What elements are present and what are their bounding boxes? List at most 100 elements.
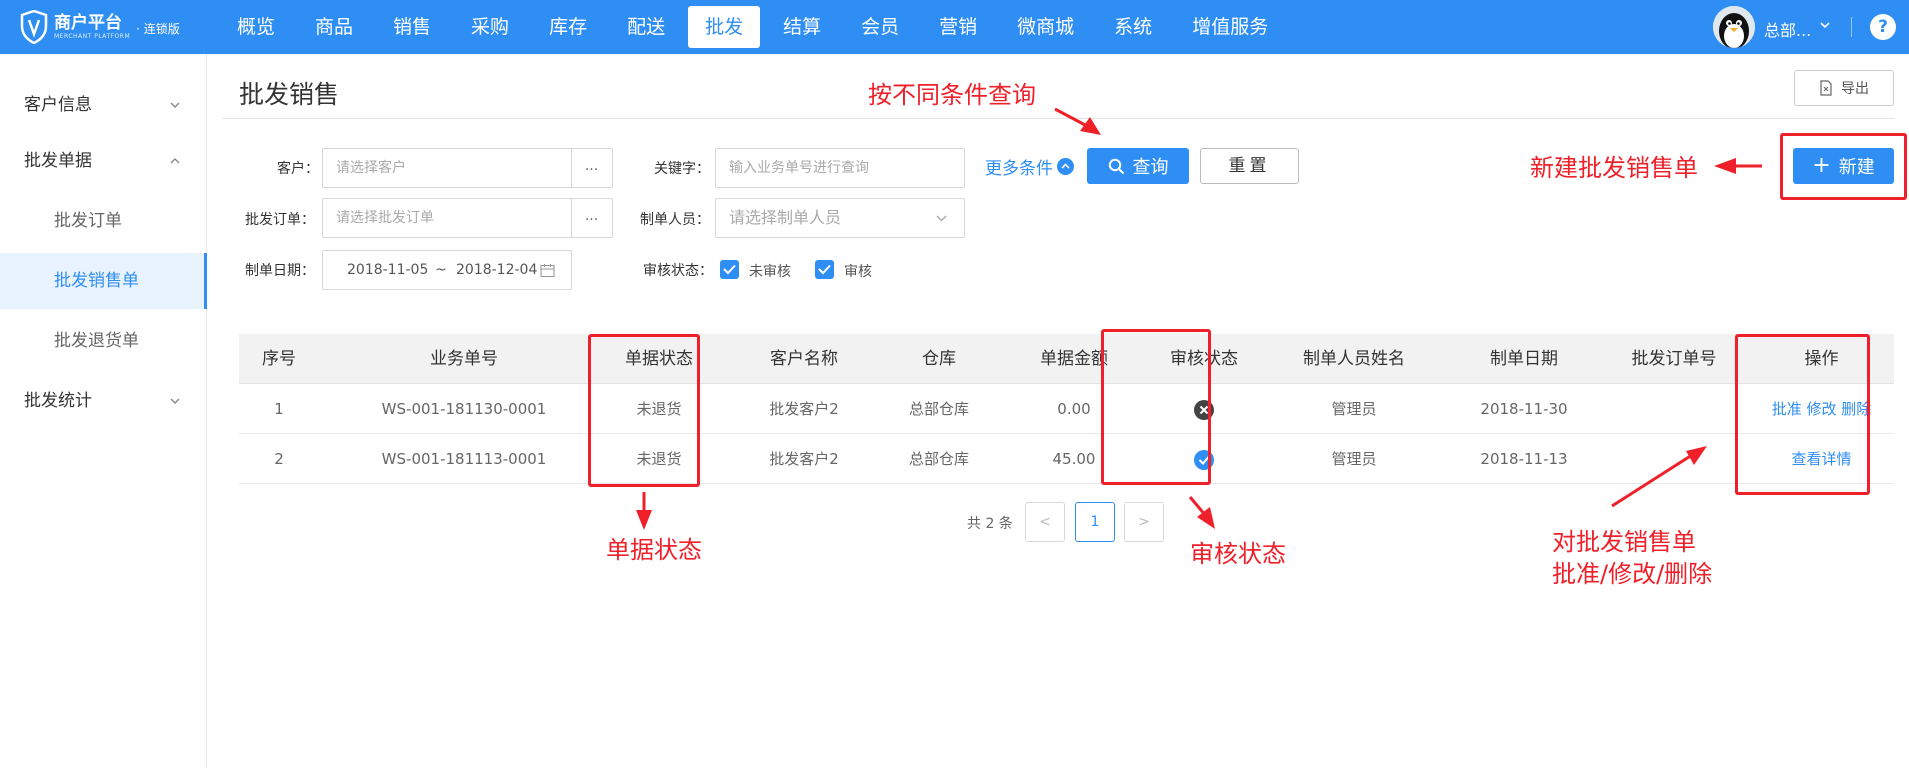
shield-logo-icon: [20, 10, 48, 44]
nav-inventory[interactable]: 库存: [532, 6, 604, 48]
brand-title: 商户平台: [54, 13, 122, 33]
date-separator: ~: [435, 262, 447, 278]
nav-sales[interactable]: 销售: [376, 6, 448, 48]
search-icon: [1108, 158, 1124, 174]
table-header: 序号 业务单号 单据状态 客户名称 仓库 单据金额 审核状态 制单人员姓名 制单…: [239, 334, 1894, 384]
header-warehouse: 仓库: [922, 349, 956, 369]
page-title: 批发销售: [239, 80, 340, 109]
row-maker: 管理员: [1331, 450, 1377, 468]
next-page-button[interactable]: >: [1124, 502, 1164, 542]
unaudited-checkbox[interactable]: [720, 260, 739, 279]
table-row: 2 WS-001-181113-0001 未退货 批发客户2 总部仓库 45.0…: [239, 434, 1894, 484]
sidebar-item-label: 批发统计: [24, 391, 92, 411]
nav-system[interactable]: 系统: [1097, 6, 1169, 48]
row-warehouse: 总部仓库: [908, 400, 969, 418]
nav-marketing[interactable]: 营销: [922, 6, 994, 48]
header-date: 制单日期: [1490, 349, 1558, 369]
nav-value-added[interactable]: 增值服务: [1175, 6, 1285, 48]
sales-table: 序号 业务单号 单据状态 客户名称 仓库 单据金额 审核状态 制单人员姓名 制单…: [239, 334, 1894, 484]
row-doc-no: WS-001-181130-0001: [381, 400, 547, 418]
penguin-avatar-icon: [1713, 6, 1755, 48]
sidebar-item-wholesale-sales[interactable]: 批发销售单: [0, 253, 207, 309]
highlight-doc-status: [588, 334, 700, 487]
customer-input[interactable]: 请选择客户: [322, 148, 572, 188]
chevron-down-icon: [170, 102, 180, 108]
header-maker: 制单人员姓名: [1303, 349, 1405, 369]
order-input[interactable]: 请选择批发订单: [322, 198, 572, 238]
page-1-button[interactable]: 1: [1075, 502, 1115, 542]
highlight-audit-status: [1101, 329, 1211, 485]
row-order-no: [1599, 384, 1749, 434]
top-bar: 商户平台 MERCHANT PLATFORM · 连锁版 概览 商品 销售 采购…: [0, 0, 1909, 54]
main-nav: 概览 商品 销售 采购 库存 配送 批发 结算 会员 营销 微商城 系统 增值服…: [220, 0, 1291, 54]
unaudited-label: 未审核: [749, 264, 791, 280]
nav-wholesale[interactable]: 批发: [688, 6, 761, 48]
export-file-icon: [1820, 80, 1832, 96]
maker-label: 制单人员：: [640, 212, 710, 228]
annotation-doc-status: 单据状态: [606, 536, 702, 564]
row-date: 2018-11-30: [1480, 400, 1568, 418]
date-range-picker[interactable]: 2018-11-05 ~ 2018-12-04: [322, 250, 572, 290]
nav-members[interactable]: 会员: [844, 6, 916, 48]
nav-micro-mall[interactable]: 微商城: [1000, 6, 1091, 48]
sidebar-item-label: 客户信息: [24, 95, 92, 115]
audited-checkbox[interactable]: [815, 260, 834, 279]
nav-overview[interactable]: 概览: [220, 6, 292, 48]
annotation-audit-status: 审核状态: [1190, 540, 1286, 568]
nav-settlement[interactable]: 结算: [766, 6, 838, 48]
row-customer: 批发客户2: [769, 450, 839, 468]
order-label: 批发订单：: [245, 212, 315, 228]
user-name[interactable]: 总部...: [1764, 17, 1811, 41]
header-no: 序号: [262, 349, 296, 369]
customer-picker-button[interactable]: ...: [571, 148, 613, 188]
sidebar-item-customer-info[interactable]: 客户信息: [0, 76, 207, 134]
pagination-total: 共 2 条: [967, 516, 1013, 532]
help-icon[interactable]: ?: [1870, 14, 1896, 40]
row-warehouse: 总部仓库: [908, 450, 969, 468]
maker-select[interactable]: 请选择制单人员: [715, 198, 965, 238]
brand-text: 商户平台 MERCHANT PLATFORM: [54, 13, 130, 41]
brand-logo[interactable]: 商户平台 MERCHANT PLATFORM · 连锁版: [20, 8, 180, 46]
title-divider: [222, 118, 1894, 119]
nav-divider: [1851, 17, 1852, 37]
keyword-input[interactable]: 输入业务单号进行查询: [715, 148, 965, 188]
sidebar-item-wholesale-order[interactable]: 批发订单: [0, 193, 207, 249]
row-doc-no: WS-001-181113-0001: [381, 450, 547, 468]
calendar-icon: [540, 264, 555, 278]
query-button[interactable]: 查询: [1087, 148, 1189, 184]
annotation-new: 新建批发销售单: [1530, 154, 1698, 182]
header-order-no: 批发订单号: [1631, 349, 1717, 369]
date-to: 2018-12-04: [456, 262, 538, 278]
order-picker-button[interactable]: ...: [571, 198, 613, 238]
chevron-down-icon[interactable]: [935, 212, 948, 225]
annotation-query: 按不同条件查询: [868, 81, 1036, 109]
nav-delivery[interactable]: 配送: [610, 6, 682, 48]
nav-products[interactable]: 商品: [298, 6, 370, 48]
sidebar-item-wholesale-docs[interactable]: 批发单据: [0, 132, 207, 190]
more-conditions-link[interactable]: 更多条件: [985, 154, 1074, 179]
prev-page-button[interactable]: <: [1025, 502, 1065, 542]
highlight-ops: [1735, 334, 1870, 495]
sidebar-item-wholesale-stats[interactable]: 批发统计: [0, 372, 207, 430]
table-row: 1 WS-001-181130-0001 未退货 批发客户2 总部仓库 0.00…: [239, 384, 1894, 434]
chevron-down-icon[interactable]: [1818, 18, 1832, 32]
user-avatar[interactable]: [1713, 6, 1755, 48]
header-doc-no: 业务单号: [430, 349, 498, 369]
reset-button[interactable]: 重置: [1200, 148, 1299, 184]
date-label: 制单日期：: [245, 263, 315, 279]
row-order-no: [1599, 434, 1749, 484]
nav-purchase[interactable]: 采购: [454, 6, 526, 48]
chevron-up-circle-icon: [1057, 158, 1074, 175]
date-from: 2018-11-05: [347, 262, 429, 278]
highlight-new-button: [1780, 133, 1907, 200]
annotation-ops-line2: 批准/修改/删除: [1552, 560, 1713, 588]
audited-label: 审核: [844, 264, 872, 280]
check-icon: [723, 264, 736, 275]
sidebar-item-wholesale-return[interactable]: 批发退货单: [0, 313, 207, 369]
export-button[interactable]: 导出: [1794, 70, 1894, 106]
brand-edition: · 连锁版: [136, 21, 180, 36]
chevron-up-icon: [170, 158, 180, 164]
brand-subtitle: MERCHANT PLATFORM: [54, 33, 131, 40]
customer-label: 客户：: [277, 161, 319, 177]
sidebar-item-label: 批发单据: [24, 151, 92, 171]
